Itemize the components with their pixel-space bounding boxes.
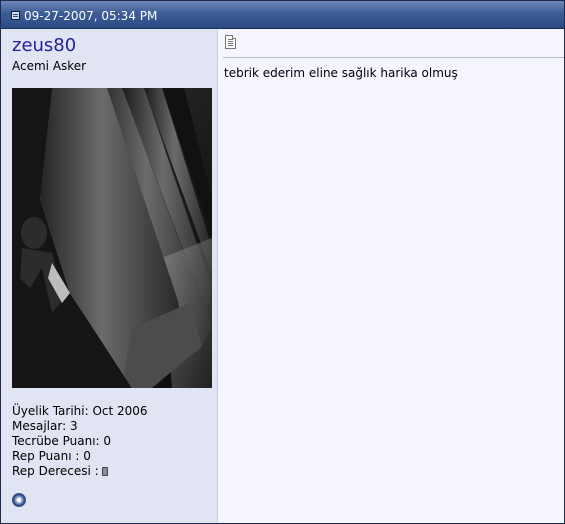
user-stats: Üyelik Tarihi: Oct 2006 Mesajlar: 3 Tecr…	[12, 404, 148, 479]
user-info-panel: zeus80 Acemi Asker Üyelik Tarihi: Oct 20…	[1, 29, 218, 523]
message-page-icon	[225, 35, 236, 49]
user-title: Acemi Asker	[12, 59, 87, 73]
post-document-icon	[11, 11, 20, 20]
avatar	[12, 88, 212, 388]
post-date: 09-27-2007, 05:34 PM	[24, 9, 158, 23]
username-link[interactable]: zeus80	[12, 35, 76, 57]
post-count: Mesajlar: 3	[12, 419, 78, 433]
post-header: 09-27-2007, 05:34 PM	[1, 1, 564, 29]
avatar-photo	[12, 88, 212, 388]
reputation-level-row: Rep Derecesi :	[12, 464, 148, 479]
offline-status-icon[interactable]	[12, 493, 26, 507]
experience-points: Tecrübe Puanı: 0	[12, 434, 112, 448]
message-body: tebrik ederim eline sağlık harika olmuş	[224, 66, 458, 80]
message-divider	[223, 57, 564, 58]
join-date: Üyelik Tarihi: Oct 2006	[12, 404, 148, 418]
reputation-points: Rep Puanı : 0	[12, 449, 91, 463]
message-area: tebrik ederim eline sağlık harika olmuş	[218, 29, 564, 523]
forum-post: 09-27-2007, 05:34 PM zeus80 Acemi Asker	[0, 0, 565, 524]
reputation-level-label: Rep Derecesi :	[12, 464, 99, 478]
reputation-bar-icon	[101, 467, 108, 476]
